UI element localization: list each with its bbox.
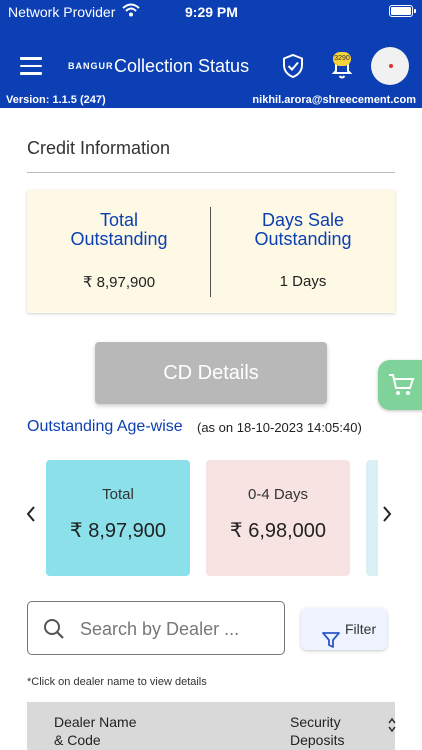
cd-details-button[interactable]: CD Details (95, 342, 327, 404)
app-bar: BANGUR Collection Status 3290 Version: 1… (0, 24, 422, 108)
carrier-name: Network Provider (8, 4, 116, 20)
age-card-total[interactable]: Total ₹ 8,97,900 (46, 460, 190, 576)
total-outstanding-value: ₹ 8,97,900 (82, 274, 156, 291)
filter-label: Filter (345, 621, 377, 637)
age-wise-date: (as on 18-10-2023 14:05:40) (197, 420, 362, 435)
sort-icon[interactable] (387, 717, 397, 736)
shield-check-icon[interactable] (281, 53, 305, 84)
total-outstanding-label: Total Outstanding (70, 210, 168, 249)
battery-icon (389, 5, 416, 17)
notification-badge: 3290 (333, 52, 351, 66)
cart-button[interactable] (378, 360, 422, 410)
age-card-label: Total (102, 486, 134, 503)
avatar[interactable] (371, 47, 409, 85)
page-title: Collection Status (114, 56, 250, 76)
age-wise-title: Outstanding Age-wise (27, 418, 183, 435)
clock-time: 9:29 PM (185, 4, 238, 20)
filter-button[interactable]: Filter (301, 608, 387, 650)
section-divider (27, 172, 395, 173)
age-card-next-partial[interactable] (366, 460, 378, 576)
user-email: nikhil.arora@shreecement.com (252, 94, 416, 106)
table-header: Dealer Name & Code Security Deposits (27, 702, 397, 750)
total-outstanding: Total Outstanding ₹ 8,97,900 (27, 190, 211, 313)
chevron-right-icon[interactable] (381, 505, 393, 528)
status-bar: Network Provider 9:29 PM (0, 0, 422, 24)
age-card-0-4-days[interactable]: 0-4 Days ₹ 6,98,000 (206, 460, 350, 576)
days-sale-outstanding-value: 1 Days (279, 273, 327, 290)
app-version: Version: 1.1.5 (247) (6, 94, 106, 106)
days-sale-outstanding: Days Sale Outstanding 1 Days (211, 190, 395, 313)
wifi-icon (122, 3, 140, 20)
column-header-security-deposits[interactable]: Security Deposits (290, 713, 344, 749)
credit-info-title: Credit Information (27, 138, 171, 158)
column-header-dealer[interactable]: Dealer Name & Code (54, 713, 136, 749)
hamburger-menu-icon[interactable] (20, 57, 42, 75)
brand-logo: BANGUR (68, 61, 114, 71)
age-card-value: ₹ 6,98,000 (229, 520, 327, 542)
search-box[interactable] (27, 601, 285, 655)
chevron-left-icon[interactable] (25, 505, 37, 528)
credit-info-card: Total Outstanding ₹ 8,97,900 Days Sale O… (27, 190, 395, 313)
age-card-label: 0-4 Days (247, 486, 309, 503)
hint-text: *Click on dealer name to view details (27, 676, 207, 688)
search-input[interactable] (80, 614, 276, 644)
days-sale-outstanding-label: Days Sale Outstanding (254, 210, 352, 249)
age-card-value: ₹ 8,97,900 (69, 520, 167, 542)
